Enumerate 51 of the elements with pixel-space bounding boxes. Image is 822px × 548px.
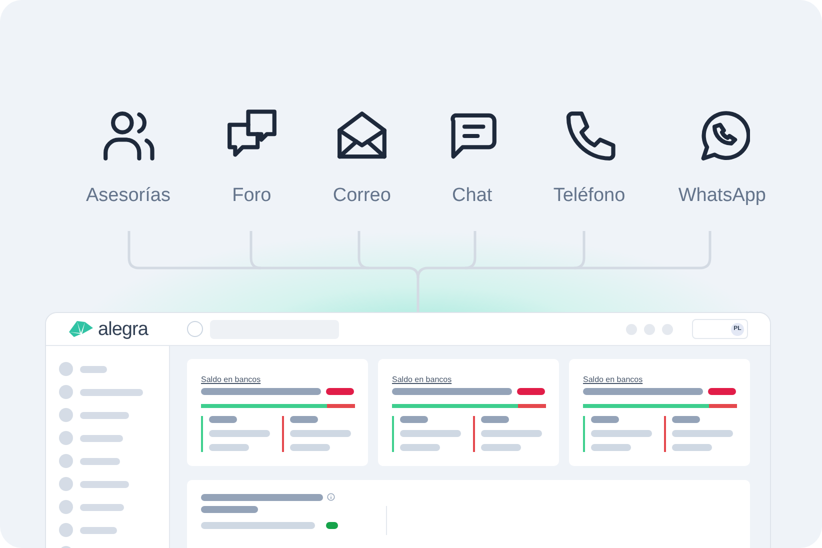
card-title-link[interactable]: Saldo en bancos [583, 374, 736, 385]
status-pill [326, 522, 338, 529]
placeholder-bar[interactable] [80, 458, 120, 464]
channel-label: Correo [332, 186, 391, 205]
menu-icon-placeholder[interactable] [59, 362, 73, 376]
menu-icon-placeholder[interactable] [59, 523, 73, 537]
placeholder-bar [481, 430, 542, 437]
channel-label: Chat [452, 186, 492, 205]
placeholder-bar [481, 444, 521, 451]
channel-label: Asesorías [86, 186, 170, 205]
placeholder-bar [400, 444, 440, 451]
logo-icon [68, 320, 94, 338]
placeholder-bar [209, 430, 270, 437]
placeholder-bar [290, 444, 330, 451]
menu-icon-placeholder[interactable] [59, 477, 73, 491]
logo-text: alegra [98, 320, 148, 338]
placeholder-bar [209, 416, 237, 423]
placeholder-bar [209, 444, 249, 451]
placeholder-bar[interactable] [80, 480, 129, 488]
placeholder-bar [672, 430, 733, 437]
placeholder-bar [290, 430, 351, 437]
placeholder-bar [201, 506, 258, 513]
placeholder-bar [400, 430, 461, 437]
card-title-link[interactable]: Saldo en bancos [392, 374, 545, 385]
placeholder-bar[interactable] [80, 434, 123, 442]
placeholder-bar [400, 416, 428, 423]
placeholder-bar [591, 416, 619, 423]
menu-icon-placeholder[interactable] [59, 431, 73, 445]
placeholder-bar [591, 444, 631, 451]
card-title-link[interactable]: Saldo en bancos [201, 374, 354, 385]
placeholder-bar[interactable] [80, 504, 124, 510]
placeholder-bar[interactable] [80, 412, 129, 418]
channel-label: Foro [232, 186, 272, 205]
placeholder-bar [481, 416, 509, 423]
menu-icon-placeholder[interactable] [59, 454, 73, 468]
menu-icon-placeholder[interactable] [59, 408, 73, 422]
placeholder-bar[interactable] [80, 526, 117, 534]
placeholder-bar [672, 416, 700, 423]
placeholder-bar [326, 388, 354, 395]
placeholder-bar [591, 430, 652, 437]
placeholder-bar [290, 416, 318, 423]
menu-icon-placeholder[interactable] [59, 500, 73, 514]
channel-label: WhatsApp [678, 186, 766, 205]
channel-label: Teléfono [553, 186, 626, 205]
placeholder-bar [708, 388, 736, 395]
placeholder-bar[interactable] [80, 388, 143, 396]
info-icon [327, 493, 335, 501]
placeholder-bar[interactable] [80, 366, 107, 372]
placeholder-bar [517, 388, 545, 395]
placeholder-bar [672, 444, 712, 451]
menu-icon-placeholder[interactable] [59, 385, 73, 399]
